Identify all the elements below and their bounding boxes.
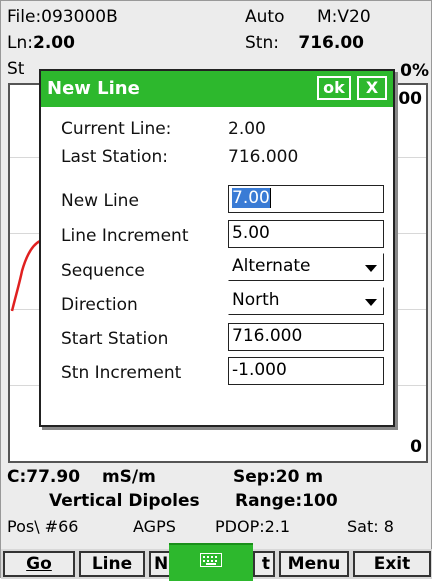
direction-value: North [232,290,280,310]
go-button[interactable]: Go [3,551,75,577]
pdop-readout: PDOP:2.1 [215,517,291,536]
sequence-label: Sequence [61,261,145,281]
stn-increment-input[interactable]: -1.000 [228,357,384,385]
new-line-input[interactable]: 7.00 [228,185,384,213]
start-station-input[interactable]: 716.000 [228,323,384,351]
t-label: t [261,554,270,574]
dialog-titlebar: New Line ok X [41,71,393,107]
direction-select[interactable]: North [228,287,384,315]
current-line-value: 2.00 [228,119,266,139]
keyboard-icon [200,553,222,567]
line-increment-input[interactable]: 5.00 [228,220,384,248]
direction-label: Direction [61,295,138,315]
chevron-down-icon [365,265,377,272]
exit-button[interactable]: Exit [353,551,431,577]
separation-readout: Sep:20 m [233,467,324,487]
line-value: 2.00 [32,33,75,53]
new-line-label: New Line [61,191,139,211]
gps-mode: AGPS [133,517,176,536]
ok-button[interactable]: ok [317,76,351,100]
station-label: Stn: [245,33,279,53]
meter-indicator: M:V20 [317,7,371,27]
graph-top-percent: 0% [400,61,429,81]
status-partial: St [7,59,25,79]
stn-increment-label: Stn Increment [61,363,182,383]
file-name: File:093000B [7,7,118,27]
satellite-count: Sat: 8 [347,517,394,536]
new-line-dialog: New Line ok X Current Line: 2.00 Last St… [39,69,395,427]
start-station-label: Start Station [61,329,169,349]
menu-label: Menu [287,554,341,574]
exit-label: Exit [373,554,411,574]
conductivity-readout: C:77.90 mS/m [7,467,156,487]
chevron-down-icon [365,299,377,306]
line-button[interactable]: Line [79,551,145,577]
graph-top-value: 00 [398,89,422,109]
go-label: Go [26,554,52,574]
n-button[interactable]: N [149,551,171,577]
app-screen: File:093000B Auto M:V20 Ln:2.00 Stn: 716… [0,0,432,581]
dialog-title: New Line [47,78,140,99]
current-line-label: Current Line: [61,119,172,139]
graph-bottom-value: 0 [410,437,422,457]
mode-indicator: Auto [245,7,285,27]
position-readout: Pos\ #66 [7,517,79,536]
conductivity-units: mS/m [101,467,156,487]
keyboard-toggle[interactable] [169,543,253,581]
last-station-label: Last Station: [61,147,168,167]
station-value: 716.00 [298,33,364,53]
close-button[interactable]: X [357,76,387,100]
last-station-value: 716.000 [228,147,299,167]
conductivity-value: C:77.90 [7,467,81,487]
n-label: N [154,554,169,574]
dipole-mode: Vertical Dipoles [49,491,200,511]
sequence-select[interactable]: Alternate [228,253,384,281]
new-line-value: 7.00 [232,188,270,208]
line-readout: Ln:2.00 [7,33,75,53]
station-readout: Stn: 716.00 [245,33,364,53]
line-increment-label: Line Increment [61,226,189,246]
line-label: Line [91,554,133,574]
t-button[interactable]: t [253,551,275,577]
line-label: Ln: [7,33,33,53]
sequence-value: Alternate [232,256,311,276]
range-readout: Range:100 [235,491,338,511]
menu-button[interactable]: Menu [279,551,349,577]
